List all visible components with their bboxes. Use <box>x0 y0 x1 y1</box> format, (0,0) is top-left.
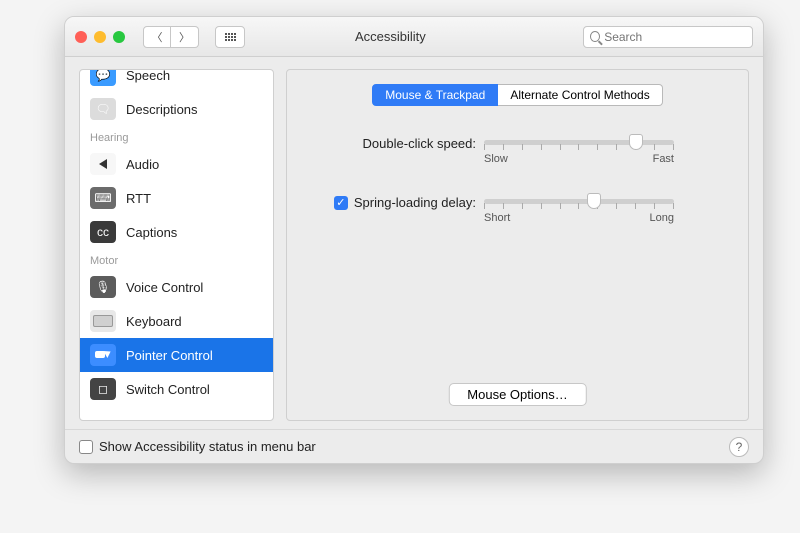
switch-control-icon: ◻ <box>90 378 116 400</box>
descriptions-icon: 🗨 <box>90 98 116 120</box>
sidebar-item-label: Audio <box>126 157 159 172</box>
nav-buttons: 〈 〉 <box>143 26 199 48</box>
sidebar-item-label: Switch Control <box>126 382 210 397</box>
sidebar-item-label: Keyboard <box>126 314 182 329</box>
sidebar-item-captions[interactable]: cc Captions <box>80 215 273 249</box>
audio-icon <box>90 153 116 175</box>
sidebar-item-keyboard[interactable]: Keyboard <box>80 304 273 338</box>
slider-min-label: Short <box>484 212 510 224</box>
forward-button[interactable]: 〉 <box>171 26 199 48</box>
sidebar-item-label: Speech <box>126 69 170 83</box>
spring-loading-checkbox[interactable]: ✓ <box>334 196 348 210</box>
section-header-hearing: Hearing <box>80 126 273 147</box>
sidebar-item-pointer-control[interactable]: Pointer Control <box>80 338 273 372</box>
accessibility-preferences-window: 〈 〉 Accessibility 💬 Speech 🗨 Descripti <box>64 16 764 464</box>
grid-icon <box>225 33 236 41</box>
search-field[interactable] <box>583 26 753 48</box>
double-click-label: Double-click speed: <box>363 136 476 151</box>
footer: Show Accessibility status in menu bar ? <box>65 429 763 463</box>
captions-icon: cc <box>90 221 116 243</box>
slider-thumb[interactable] <box>629 134 643 150</box>
search-input[interactable] <box>604 30 746 44</box>
chevron-left-icon: 〈 <box>152 29 163 45</box>
sidebar-item-descriptions[interactable]: 🗨 Descriptions <box>80 92 273 126</box>
settings-pane: Mouse & Trackpad Alternate Control Metho… <box>286 69 749 421</box>
slider-max-label: Fast <box>653 153 674 165</box>
slider-thumb[interactable] <box>587 193 601 209</box>
slider-min-label: Slow <box>484 153 508 165</box>
sidebar-item-label: Descriptions <box>126 102 198 117</box>
slider-max-label: Long <box>650 212 674 224</box>
sidebar-item-speech[interactable]: 💬 Speech <box>80 69 273 92</box>
keyboard-icon <box>90 310 116 332</box>
help-icon: ? <box>736 440 743 454</box>
rtt-icon: ⌨ <box>90 187 116 209</box>
section-header-motor: Motor <box>80 249 273 270</box>
help-button[interactable]: ? <box>729 437 749 457</box>
sidebar-item-label: Pointer Control <box>126 348 213 363</box>
sidebar-item-label: Captions <box>126 225 177 240</box>
spring-loading-slider[interactable] <box>484 199 674 204</box>
setting-spring-loading-delay: ✓ Spring-loading delay: Short Long <box>301 195 734 224</box>
show-status-label: Show Accessibility status in menu bar <box>99 439 316 454</box>
window-controls <box>75 31 125 43</box>
voice-control-icon: 🎙 <box>90 276 116 298</box>
spring-loading-label: Spring-loading delay: <box>354 195 476 210</box>
show-all-button[interactable] <box>215 26 245 48</box>
speech-icon: 💬 <box>90 69 116 86</box>
sidebar-item-label: Voice Control <box>126 280 203 295</box>
sidebar-item-label: RTT <box>126 191 151 206</box>
double-click-slider[interactable] <box>484 140 674 145</box>
sidebar-item-rtt[interactable]: ⌨ RTT <box>80 181 273 215</box>
sidebar-item-voice-control[interactable]: 🎙 Voice Control <box>80 270 273 304</box>
search-icon <box>590 31 600 42</box>
pointer-control-icon <box>90 344 116 366</box>
show-status-checkbox[interactable] <box>79 440 93 454</box>
chevron-right-icon: 〉 <box>179 29 190 45</box>
tab-bar: Mouse & Trackpad Alternate Control Metho… <box>301 84 734 106</box>
zoom-window-button[interactable] <box>113 31 125 43</box>
tab-mouse-trackpad[interactable]: Mouse & Trackpad <box>372 84 498 106</box>
sidebar-item-audio[interactable]: Audio <box>80 147 273 181</box>
sidebar-item-switch-control[interactable]: ◻ Switch Control <box>80 372 273 406</box>
category-sidebar[interactable]: 💬 Speech 🗨 Descriptions Hearing Audio ⌨ … <box>79 69 274 421</box>
back-button[interactable]: 〈 <box>143 26 171 48</box>
tab-alternate-control[interactable]: Alternate Control Methods <box>498 84 662 106</box>
close-window-button[interactable] <box>75 31 87 43</box>
minimize-window-button[interactable] <box>94 31 106 43</box>
setting-double-click-speed: Double-click speed: Slow Fast <box>301 136 734 165</box>
window-title: Accessibility <box>355 29 426 44</box>
titlebar: 〈 〉 Accessibility <box>65 17 763 57</box>
mouse-options-button[interactable]: Mouse Options… <box>448 383 586 406</box>
